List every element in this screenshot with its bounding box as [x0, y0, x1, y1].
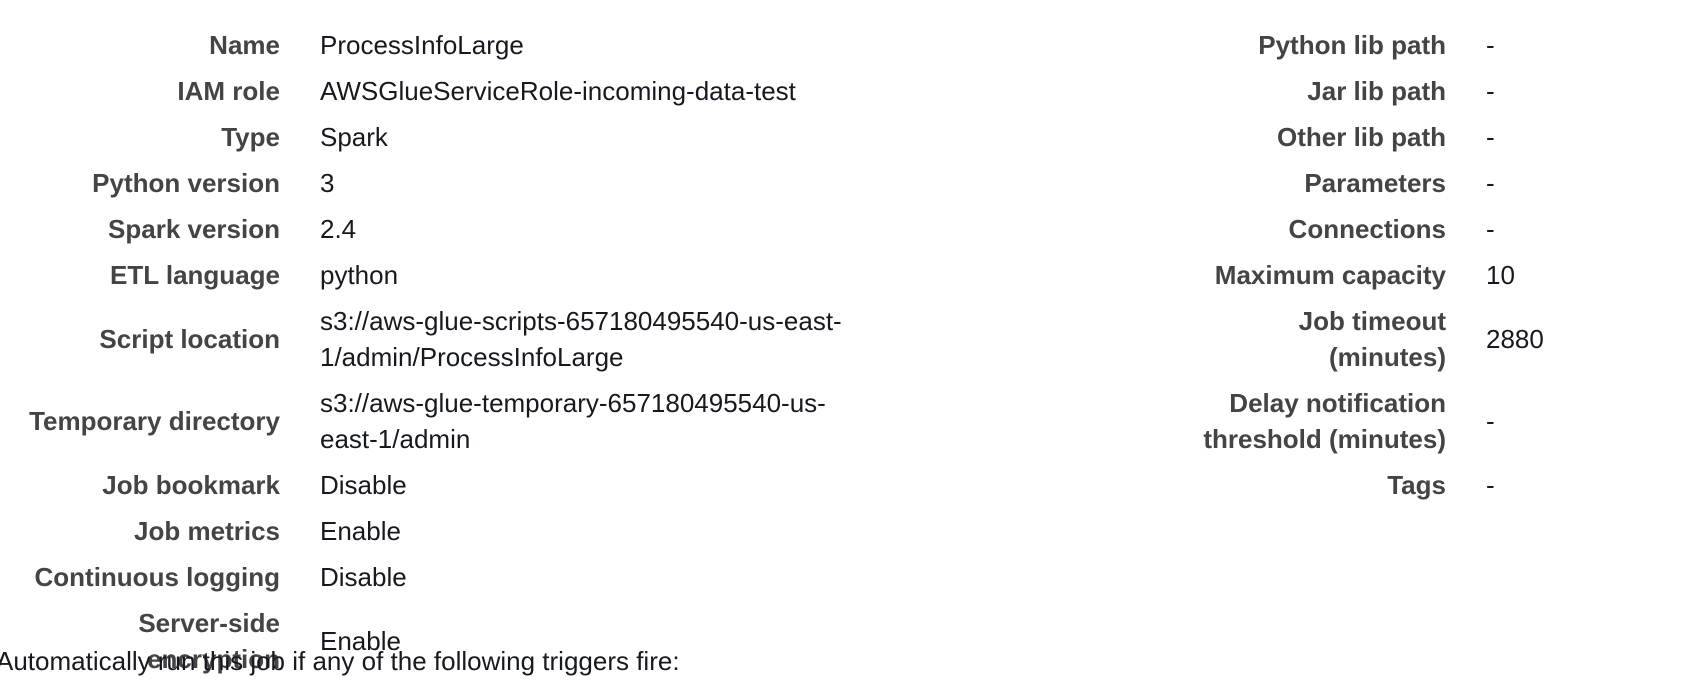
- field-label: Maximum capacity: [1214, 260, 1446, 290]
- field-value: 2.4: [320, 214, 357, 244]
- field-name: Name ProcessInfoLarge: [0, 22, 880, 68]
- field-label: Tags: [1387, 470, 1446, 500]
- field-value: -: [1486, 406, 1495, 436]
- field-label: Temporary directory: [29, 406, 280, 436]
- job-details-left-column: Name ProcessInfoLarge IAM role AWSGlueSe…: [0, 22, 1100, 682]
- field-label: Jar lib path: [1307, 76, 1446, 106]
- field-temporary-directory: Temporary directory s3://aws-glue-tempor…: [0, 380, 880, 462]
- field-value: AWSGlueServiceRole-incoming-data-test: [320, 76, 796, 106]
- field-maximum-capacity: Maximum capacity 10: [1200, 252, 1544, 298]
- field-continuous-logging: Continuous logging Disable: [0, 554, 880, 600]
- triggers-intro-text: Automatically run this job if any of the…: [0, 646, 680, 676]
- field-value: Enable: [320, 516, 401, 546]
- field-parameters: Parameters -: [1200, 160, 1544, 206]
- field-value: 2880: [1486, 324, 1544, 354]
- field-value: Disable: [320, 470, 407, 500]
- field-python-lib-path: Python lib path -: [1200, 22, 1544, 68]
- field-value: 3: [320, 168, 335, 198]
- field-label: ETL language: [110, 260, 280, 290]
- field-label: Connections: [1288, 214, 1446, 244]
- field-label: Spark version: [108, 214, 280, 244]
- field-label: Job bookmark: [102, 470, 280, 500]
- field-value: -: [1486, 122, 1495, 152]
- field-value: s3://aws-glue-temporary-657180495540-us-…: [320, 388, 826, 454]
- field-iam-role: IAM role AWSGlueServiceRole-incoming-dat…: [0, 68, 880, 114]
- field-spark-version: Spark version 2.4: [0, 206, 880, 252]
- field-type: Type Spark: [0, 114, 880, 160]
- field-label: Python version: [92, 168, 280, 198]
- field-other-lib-path: Other lib path -: [1200, 114, 1544, 160]
- field-tags: Tags -: [1200, 462, 1544, 508]
- field-job-metrics: Job metrics Enable: [0, 508, 880, 554]
- field-value: 10: [1486, 260, 1515, 290]
- field-label: Python lib path: [1258, 30, 1446, 60]
- field-label: Job timeout (minutes): [1298, 306, 1446, 372]
- field-value: Spark: [320, 122, 388, 152]
- field-value: -: [1486, 168, 1495, 198]
- field-delay-notification-threshold: Delay notification threshold (minutes) -: [1200, 380, 1544, 462]
- field-label: Script location: [99, 324, 280, 354]
- job-properties-table: Name ProcessInfoLarge IAM role AWSGlueSe…: [0, 22, 880, 682]
- field-value: Disable: [320, 562, 407, 592]
- field-value: -: [1486, 470, 1495, 500]
- field-python-version: Python version 3: [0, 160, 880, 206]
- field-label: Delay notification threshold (minutes): [1203, 388, 1446, 454]
- field-etl-language: ETL language python: [0, 252, 880, 298]
- job-details-right-column: Python lib path - Jar lib path - Other l…: [1200, 22, 1680, 508]
- script-location-value: s3://aws-glue-scripts-657180495540-us-ea…: [320, 306, 842, 372]
- field-value: ProcessInfoLarge: [320, 30, 524, 60]
- field-label: Other lib path: [1277, 122, 1446, 152]
- field-job-timeout: Job timeout (minutes) 2880: [1200, 298, 1544, 380]
- field-connections: Connections -: [1200, 206, 1544, 252]
- field-value: s3://aws-glue-scripts-657180495540-us-ea…: [320, 298, 880, 380]
- field-value: python: [320, 260, 399, 290]
- field-job-bookmark: Job bookmark Disable: [0, 462, 880, 508]
- field-value: -: [1486, 214, 1495, 244]
- field-label: Name: [209, 30, 280, 60]
- field-label: Parameters: [1304, 168, 1446, 198]
- field-label: Continuous logging: [34, 562, 281, 592]
- field-label: Type: [221, 122, 280, 152]
- job-library-table: Python lib path - Jar lib path - Other l…: [1200, 22, 1544, 508]
- field-jar-lib-path: Jar lib path -: [1200, 68, 1544, 114]
- field-value: -: [1486, 30, 1495, 60]
- field-value: -: [1486, 76, 1495, 106]
- field-label: IAM role: [177, 76, 280, 106]
- field-script-location: Script location s3://aws-glue-scripts-65…: [0, 298, 880, 380]
- field-label: Job metrics: [134, 516, 280, 546]
